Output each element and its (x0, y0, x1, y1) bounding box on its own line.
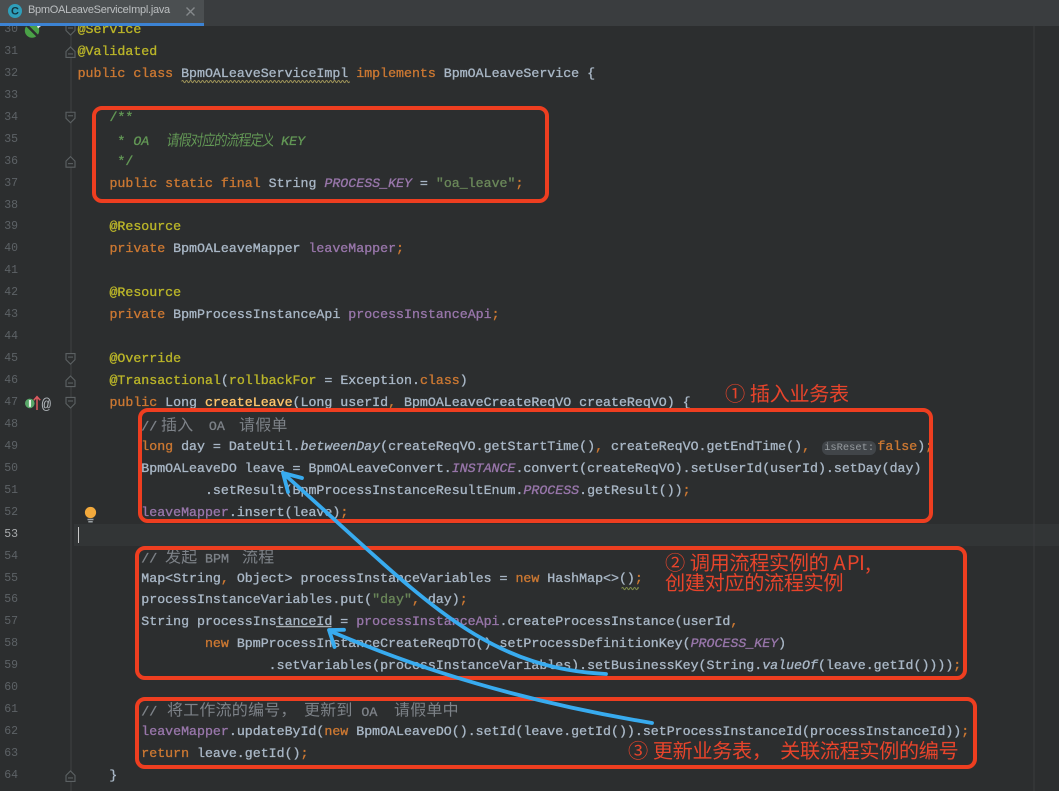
svg-text:C: C (11, 5, 19, 17)
